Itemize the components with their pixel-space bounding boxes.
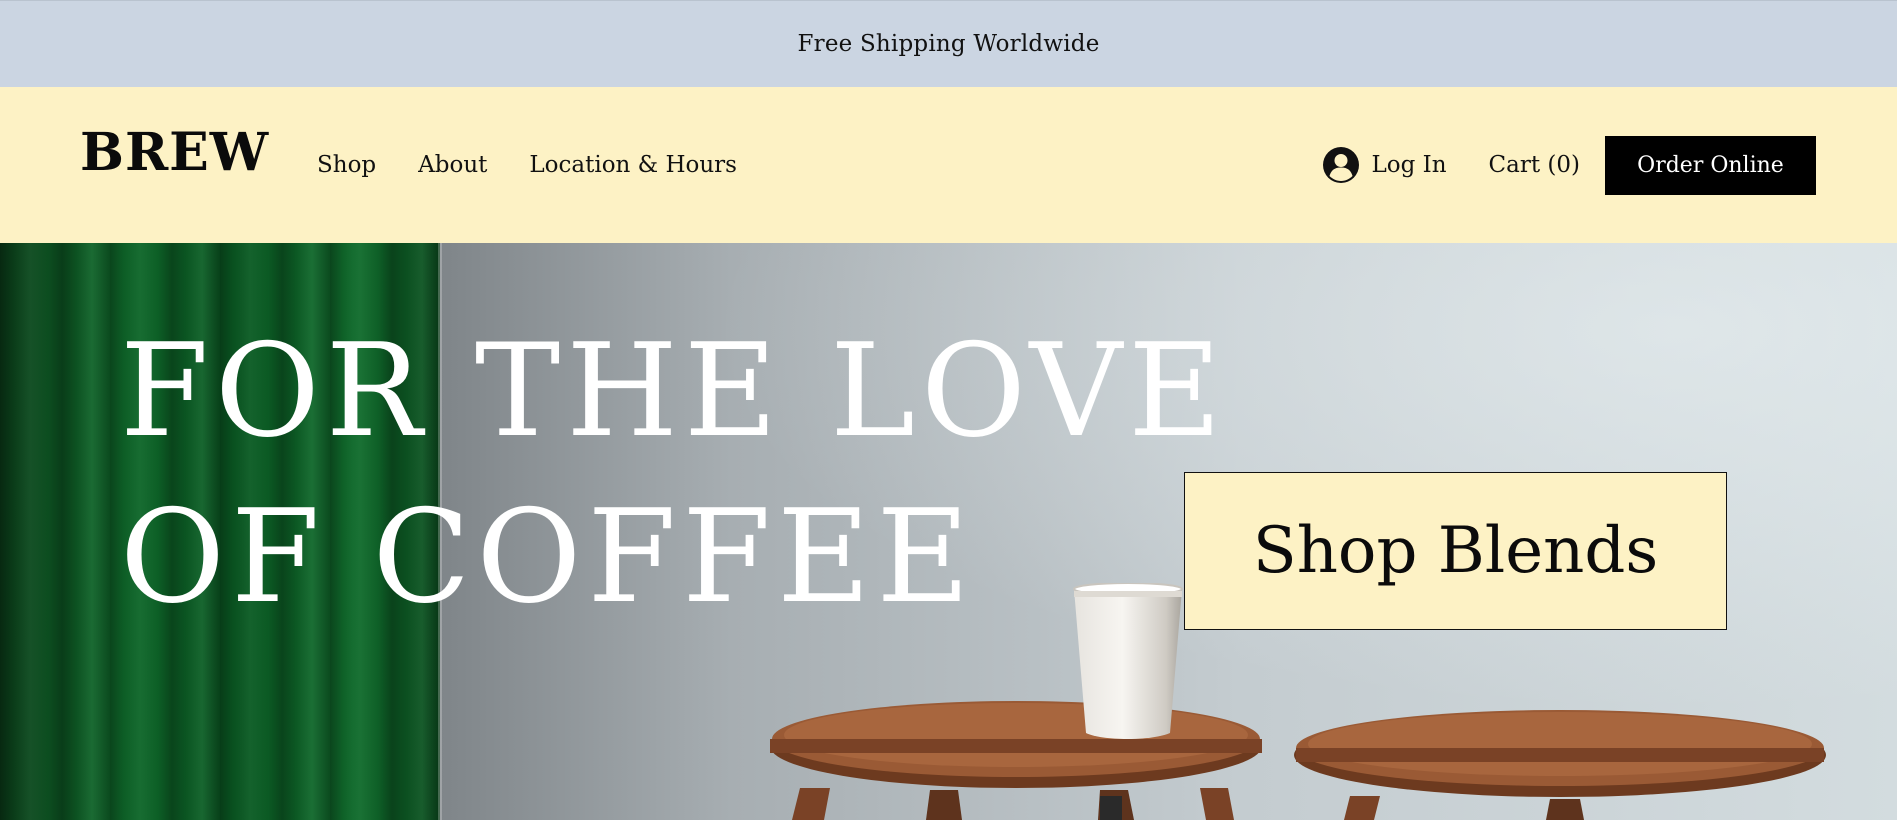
nav-item-location-hours[interactable]: Location & Hours (529, 152, 737, 178)
shop-blends-button[interactable]: Shop Blends (1184, 472, 1727, 630)
announcement-bar: Free Shipping Worldwide (0, 0, 1897, 87)
site-header: BREW Shop About Location & Hours Log In … (0, 87, 1897, 243)
user-circle-icon (1323, 147, 1360, 183)
order-online-button[interactable]: Order Online (1605, 135, 1816, 195)
login-link[interactable]: Log In (1322, 146, 1447, 184)
nav-item-shop[interactable]: Shop (317, 152, 376, 178)
hero-heading-line-1: FOR THE LOVE (120, 317, 1228, 466)
site-logo[interactable]: BREW (80, 127, 269, 179)
hero-heading-line-2: OF COFFEE (120, 483, 976, 632)
main-nav: Shop About Location & Hours (317, 87, 737, 243)
wooden-tables-image (770, 701, 1826, 820)
hero-heading: FOR THE LOVE OF COFFEE (120, 309, 1228, 641)
login-label: Log In (1371, 152, 1447, 178)
nav-item-about[interactable]: About (418, 152, 487, 178)
cart-link[interactable]: Cart (0) (1489, 152, 1580, 178)
page: Free Shipping Worldwide BREW Shop About … (0, 0, 1897, 820)
header-actions: Log In Cart (0) Order Online (1322, 87, 1816, 243)
hero-section: FOR THE LOVE OF COFFEE Shop Blends (0, 243, 1897, 820)
announcement-text: Free Shipping Worldwide (797, 31, 1100, 57)
